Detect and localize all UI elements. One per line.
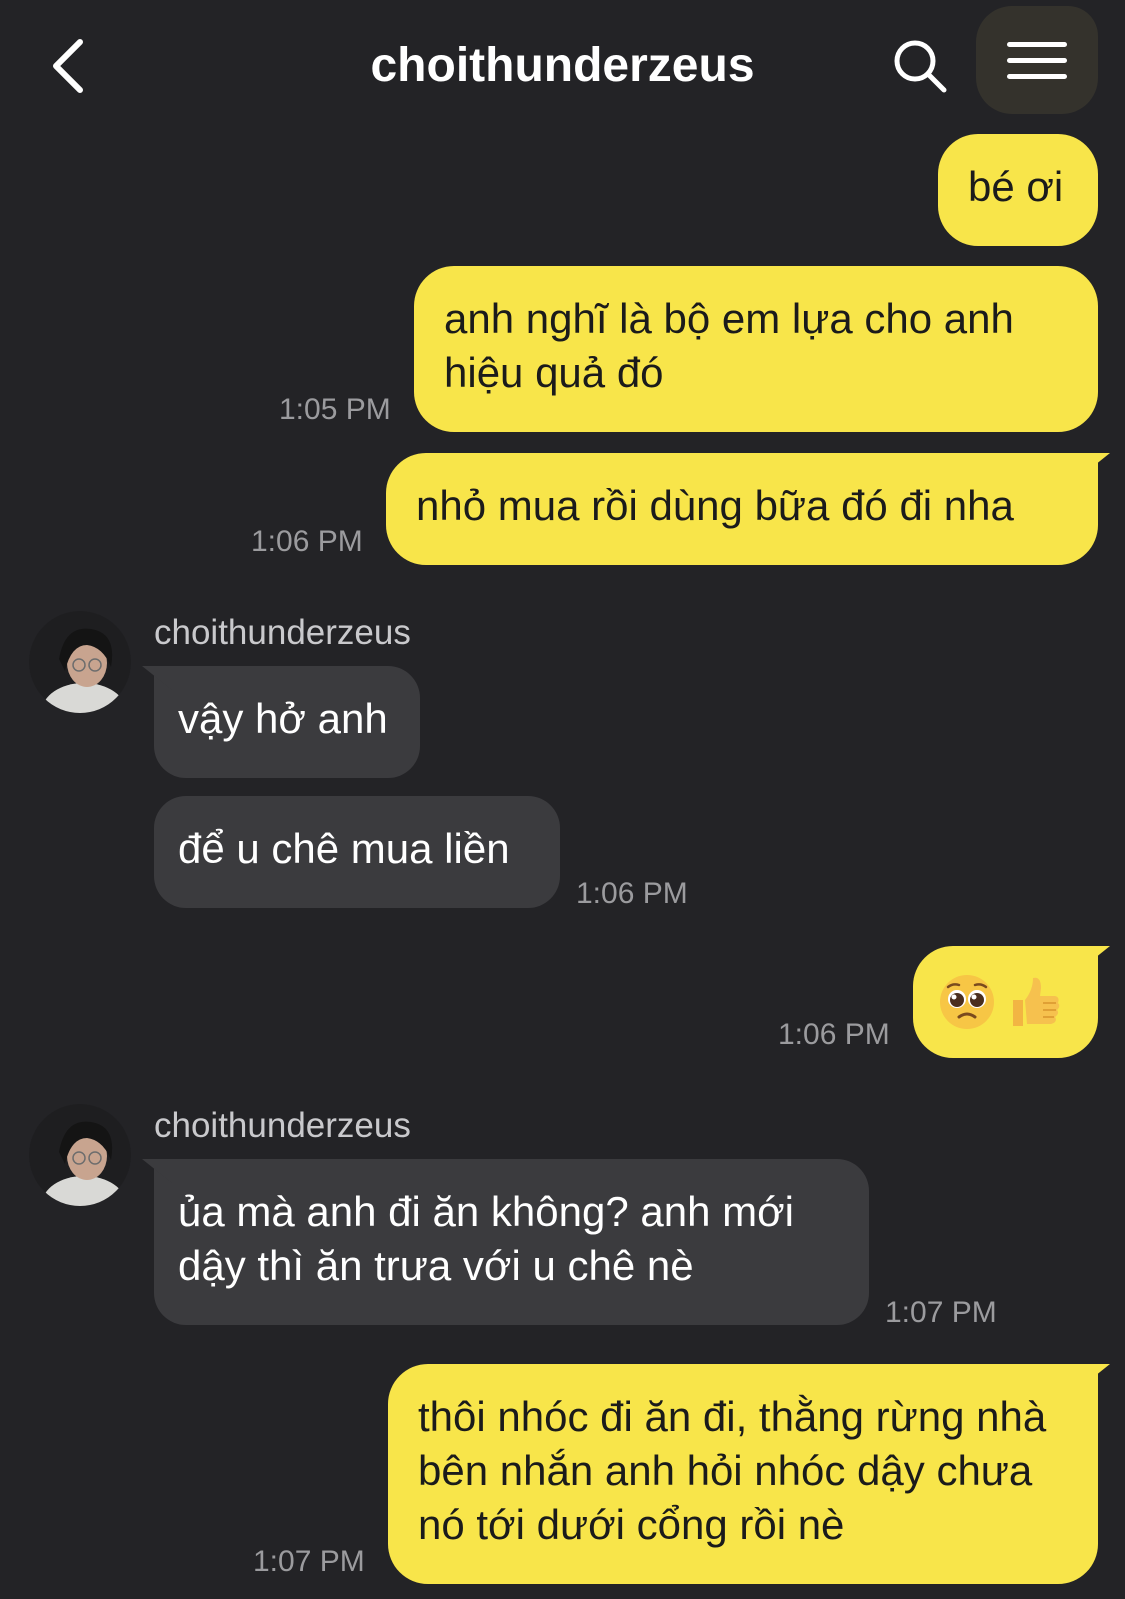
message-text: nhỏ mua rồi dùng bữa đó đi nha (416, 482, 1014, 529)
emoji-row (937, 972, 1074, 1032)
menu-button[interactable] (976, 6, 1098, 114)
outgoing-message[interactable] (913, 946, 1098, 1058)
avatar-image (29, 611, 131, 713)
avatar-image (29, 1104, 131, 1206)
message-text: anh nghĩ là bộ em lựa cho anh hiệu quả đ… (444, 295, 1014, 396)
message-timestamp: 1:07 PM (885, 1296, 997, 1329)
incoming-message[interactable]: vậy hở anh (154, 666, 420, 778)
search-button[interactable] (888, 34, 952, 98)
pleading-face-icon (940, 975, 994, 1029)
message-timestamp: 1:07 PM (253, 1545, 365, 1578)
incoming-message[interactable]: để u chê mua liền (154, 796, 560, 908)
outgoing-message[interactable]: anh nghĩ là bộ em lựa cho anh hiệu quả đ… (414, 266, 1098, 432)
outgoing-message[interactable]: thôi nhóc đi ăn đi, thằng rừng nhà bên n… (388, 1364, 1098, 1584)
outgoing-message[interactable]: bé ơi (938, 134, 1098, 246)
chevron-left-icon (53, 39, 83, 93)
thumbs-up-icon (1013, 977, 1060, 1026)
message-text: bé ơi (968, 163, 1064, 210)
avatar[interactable] (29, 611, 131, 713)
message-text: ủa mà anh đi ăn không? anh mới dậy thì ă… (178, 1188, 794, 1289)
message-timestamp: 1:06 PM (251, 525, 363, 558)
message-text: thôi nhóc đi ăn đi, thằng rừng nhà bên n… (418, 1393, 1047, 1548)
back-button[interactable] (38, 36, 98, 96)
message-timestamp: 1:06 PM (778, 1018, 890, 1051)
sender-name: choithunderzeus (154, 1106, 411, 1145)
outgoing-message[interactable]: nhỏ mua rồi dùng bữa đó đi nha (386, 453, 1098, 565)
sender-name: choithunderzeus (154, 613, 411, 652)
message-text: để u chê mua liền (178, 825, 510, 872)
message-timestamp: 1:06 PM (576, 877, 688, 910)
message-timestamp: 1:05 PM (279, 393, 391, 426)
chat-header: choithunderzeus (0, 0, 1125, 125)
incoming-message[interactable]: ủa mà anh đi ăn không? anh mới dậy thì ă… (154, 1159, 869, 1325)
message-text: vậy hở anh (178, 695, 388, 742)
hamburger-menu-icon (1007, 31, 1067, 90)
chat-title: choithunderzeus (370, 39, 755, 92)
search-icon (894, 40, 947, 93)
avatar[interactable] (29, 1104, 131, 1206)
